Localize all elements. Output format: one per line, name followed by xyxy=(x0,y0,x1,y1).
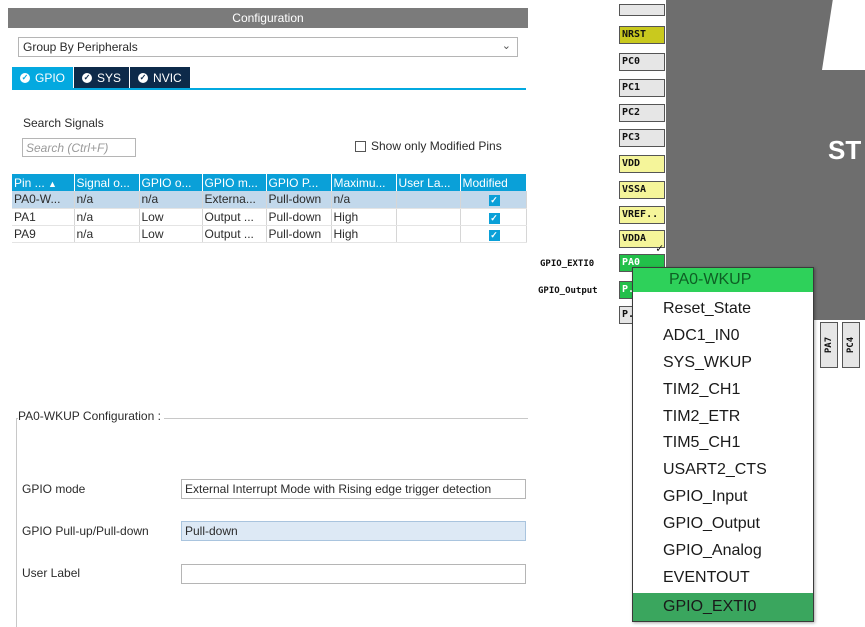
pin-pointer-icon: ✓ xyxy=(656,241,664,255)
menu-item-tim2-etr[interactable]: TIM2_ETR xyxy=(633,404,813,430)
cell-pull: Pull-down xyxy=(266,225,332,243)
cell-modified: ✓ xyxy=(460,208,527,226)
pin-pc0[interactable]: PC0 xyxy=(619,53,665,71)
menu-item-tim2-ch1[interactable]: TIM2_CH1 xyxy=(633,377,813,403)
pin-vdd[interactable]: VDD xyxy=(619,155,665,173)
pin-pc2[interactable]: PC2 xyxy=(619,104,665,122)
chip-logo-text: ST xyxy=(828,135,862,165)
pin-configuration-title: PA0-WKUP Configuration : xyxy=(18,409,164,423)
menu-item-eventout[interactable]: EVENTOUT xyxy=(633,565,813,591)
tab-sys[interactable]: ✓ SYS xyxy=(73,67,130,88)
cell-user-label xyxy=(396,225,461,243)
check-circle-icon: ✓ xyxy=(20,72,30,83)
table-row[interactable]: PA1 n/a Low Output ... Pull-down High ✓ xyxy=(12,208,527,226)
cell-mode: Output ... xyxy=(202,208,267,226)
menu-item-gpio-input[interactable]: GPIO_Input xyxy=(633,484,813,510)
tab-label: NVIC xyxy=(153,70,182,85)
pin-vref[interactable]: VREF.. xyxy=(619,206,665,224)
pin-vssa[interactable]: VSSA xyxy=(619,181,665,199)
sort-up-icon: ▲ xyxy=(48,178,57,189)
pin-top-partial[interactable] xyxy=(619,4,665,16)
cell-user-label xyxy=(396,208,461,226)
column-header-modified[interactable]: Modified xyxy=(460,174,527,191)
check-circle-icon: ✓ xyxy=(82,72,93,83)
cell-mode: Output ... xyxy=(202,225,267,243)
table-header-row: Pin ... ▲ Signal o... GPIO o... GPIO m..… xyxy=(12,174,527,191)
peripheral-tabs: ✓ GPIO ✓ SYS ✓ NVIC xyxy=(12,67,190,88)
column-header-signal[interactable]: Signal o... xyxy=(74,174,140,191)
gpio-pull-label: GPIO Pull-up/Pull-down xyxy=(22,524,149,538)
show-modified-checkbox[interactable] xyxy=(355,140,366,152)
cell-speed: High xyxy=(331,225,397,243)
group-by-value: Group By Peripherals xyxy=(23,40,138,54)
column-header-user-label[interactable]: User La... xyxy=(396,174,461,191)
menu-item-gpio-output[interactable]: GPIO_Output xyxy=(633,511,813,537)
cell-speed: High xyxy=(331,208,397,226)
cell-mode: Externa... xyxy=(202,191,267,209)
tab-nvic[interactable]: ✓ NVIC xyxy=(129,67,190,88)
gpio-pull-select[interactable]: Pull-down xyxy=(181,521,526,541)
menu-item-gpio-exti0[interactable]: GPIO_EXTI0 xyxy=(633,593,813,621)
column-header-output-level[interactable]: GPIO o... xyxy=(139,174,203,191)
menu-item-adc1-in0[interactable]: ADC1_IN0 xyxy=(633,323,813,349)
tab-label: GPIO xyxy=(35,70,66,85)
cell-signal: n/a xyxy=(74,191,140,209)
signal-label-output: GPIO_Output xyxy=(538,286,598,296)
cell-modified: ✓ xyxy=(460,225,527,243)
cell-signal: n/a xyxy=(74,208,140,226)
menu-item-sys-wkup[interactable]: SYS_WKUP xyxy=(633,350,813,376)
pin-pc1[interactable]: PC1 xyxy=(619,79,665,97)
search-signals-label: Search Signals xyxy=(23,116,104,130)
table-row[interactable]: PA0-W... n/a n/a Externa... Pull-down n/… xyxy=(12,191,527,209)
user-label-input[interactable] xyxy=(181,564,526,584)
tab-label: SYS xyxy=(97,70,122,85)
menu-item-reset-state[interactable]: Reset_State xyxy=(633,296,813,322)
group-by-select[interactable]: Group By Peripherals ⌄ xyxy=(18,37,518,57)
pin-pc3[interactable]: PC3 xyxy=(619,129,665,147)
menu-item-gpio-analog[interactable]: GPIO_Analog xyxy=(633,538,813,564)
column-header-pull[interactable]: GPIO P... xyxy=(266,174,332,191)
cell-modified: ✓ xyxy=(460,191,527,209)
cell-pin: PA0-W... xyxy=(12,191,75,209)
table-row[interactable]: PA9 n/a Low Output ... Pull-down High ✓ xyxy=(12,225,527,243)
user-label-label: User Label xyxy=(22,566,81,580)
cell-output-level: Low xyxy=(139,208,203,226)
panel-title: Configuration xyxy=(8,8,528,28)
tab-gpio[interactable]: ✓ GPIO xyxy=(12,67,74,88)
show-modified-label: Show only Modified Pins xyxy=(371,139,502,153)
modified-checkbox[interactable]: ✓ xyxy=(488,212,500,224)
chevron-down-icon: ⌄ xyxy=(501,40,511,52)
pin-table: Pin ... ▲ Signal o... GPIO o... GPIO m..… xyxy=(12,174,527,243)
modified-checkbox[interactable]: ✓ xyxy=(488,229,500,241)
cell-speed: n/a xyxy=(331,191,397,209)
gpio-mode-select[interactable]: External Interrupt Mode with Rising edge… xyxy=(181,479,526,499)
tab-underline xyxy=(12,88,526,90)
cell-output-level: Low xyxy=(139,225,203,243)
modified-checkbox[interactable]: ✓ xyxy=(488,195,500,207)
show-modified-toggle[interactable]: Show only Modified Pins xyxy=(355,139,502,153)
cell-pin: PA1 xyxy=(12,208,75,226)
cell-user-label xyxy=(396,191,461,209)
column-header-speed[interactable]: Maximu... xyxy=(331,174,397,191)
pin-pc4[interactable]: PC4 xyxy=(842,322,860,368)
configuration-panel: Configuration Group By Peripherals ⌄ ✓ G… xyxy=(0,0,528,627)
menu-item-usart2-cts[interactable]: USART2_CTS xyxy=(633,457,813,483)
pin-pa7[interactable]: PA7 xyxy=(820,322,838,368)
pin-nrst[interactable]: NRST xyxy=(619,26,665,44)
menu-header-pin-name: PA0-WKUP xyxy=(633,268,813,292)
cell-pull: Pull-down xyxy=(266,208,332,226)
cell-signal: n/a xyxy=(74,225,140,243)
menu-item-tim5-ch1[interactable]: TIM5_CH1 xyxy=(633,430,813,456)
cell-pull: Pull-down xyxy=(266,191,332,209)
check-circle-icon: ✓ xyxy=(138,72,149,83)
column-header-mode[interactable]: GPIO m... xyxy=(202,174,267,191)
signal-label-exti0: GPIO_EXTI0 xyxy=(540,259,595,269)
pin-function-menu: PA0-WKUP Reset_State ADC1_IN0 SYS_WKUP T… xyxy=(632,267,814,622)
search-input[interactable] xyxy=(22,138,136,157)
column-header-pin[interactable]: Pin ... ▲ xyxy=(12,174,75,191)
cell-output-level: n/a xyxy=(139,191,203,209)
cell-pin: PA9 xyxy=(12,225,75,243)
gpio-mode-label: GPIO mode xyxy=(22,482,86,496)
